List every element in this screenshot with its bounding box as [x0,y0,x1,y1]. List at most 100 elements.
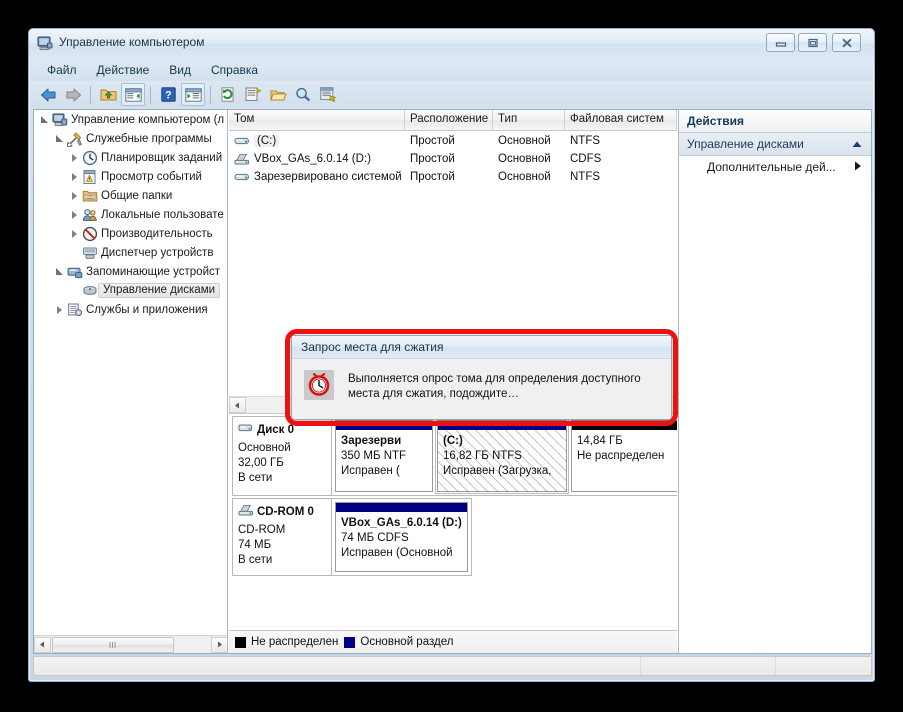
volume-layout-cell: Простой [410,170,455,183]
forward-arrow-icon[interactable] [61,83,85,106]
screenshot-backdrop: Управление компьютером Файл Действие Вид… [0,0,903,712]
dialog-title: Запрос места для сжатия [301,340,444,354]
maximize-button[interactable] [798,33,827,52]
menu-view[interactable]: Вид [160,60,200,80]
disk-state: В сети [238,554,273,566]
refresh-icon[interactable] [216,83,240,106]
volume-column-header-1[interactable]: Расположение [405,110,493,131]
partition-details: Зарезерви 350 МБ NTF Исправен ( [336,430,432,492]
volume-layout-cell: Простой [410,152,455,165]
partition-block[interactable]: (C:) 16,82 ГБ NTFS Исправен (Загрузка, [435,418,569,494]
volume-row[interactable]: VBox_GAs_6.0.14 (D:) Простой Основной CDFS [229,149,677,167]
legend-item: Не распределен [235,636,338,648]
tree-item-9[interactable]: Управление дисками [34,281,227,300]
computer-management-icon [37,35,53,51]
disk-graphical-view: Диск 0 Основной 32,00 ГБ В сети Зарезерви 350… [229,413,677,629]
chevron-down-icon[interactable] [52,262,66,281]
disk-title-row: CD-ROM 0 [238,502,327,523]
tree-item-label: Служебные программы [86,132,212,145]
shrink-query-dialog: Запрос места для сжатия Выполняется опро… [291,335,672,420]
tree-item-4[interactable]: Общие папки [34,186,227,205]
open-folder-icon[interactable] [266,83,290,106]
show-hide-tree-icon[interactable] [121,83,145,106]
volume-column-header-3[interactable]: Файловая систем [565,110,677,131]
tree-item-label: Управление компьютером (л [71,113,225,126]
disk-info-panel[interactable]: CD-ROM 0 CD-ROM 74 МБ В сети [232,498,332,576]
menu-file[interactable]: Файл [38,60,86,80]
legend-label: Основной раздел [360,636,454,648]
volume-column-header-0[interactable]: Том [229,110,405,131]
disk-management-icon [81,283,98,299]
actions-group-disk-management[interactable]: Управление дисками [679,133,871,156]
chevron-down-icon[interactable] [37,110,51,129]
scroll-left-arrow-icon[interactable] [229,397,246,413]
tree-item-7[interactable]: Диспетчер устройств [34,243,227,262]
partition-block[interactable]: 14,84 ГБ Не распределен [571,420,677,492]
dialog-message: Выполняется опрос тома для определения д… [348,373,641,400]
menu-help[interactable]: Справка [202,60,267,80]
tree-item-6[interactable]: Производительность [34,224,227,243]
disk-icon [238,420,254,441]
actions-item-list: Дополнительные дей... [679,156,871,178]
partition-details: VBox_GAs_6.0.14 (D:) 74 МБ CDFS Исправен (… [336,512,467,572]
chevron-up-icon[interactable] [852,137,862,151]
volume-name-cell: (C:) [229,131,405,149]
tree-item-10[interactable]: Службы и приложения [34,300,227,319]
chevron-right-icon[interactable] [67,205,81,224]
close-button[interactable] [832,33,861,52]
device-manager-icon [81,245,98,261]
chevron-right-icon[interactable] [67,224,81,243]
partition-color-bar [336,503,467,512]
disk-row: Диск 0 Основной 32,00 ГБ В сети Зарезерви 350… [232,416,677,496]
properties-icon[interactable] [241,83,265,106]
volume-type-cell: Основной [498,152,551,165]
volume-name: Зарезервировано системой [254,170,402,183]
minimize-button[interactable] [766,33,795,52]
tree-item-0[interactable]: Управление компьютером (л [34,110,227,129]
tree-item-3[interactable]: Просмотр событий [34,167,227,186]
chevron-right-icon[interactable] [67,186,81,205]
scroll-left-arrow-icon[interactable] [34,636,51,653]
volume-name-cell: Зарезервировано системой [229,167,405,185]
partition-block[interactable]: Зарезерви 350 МБ NTF Исправен ( [335,420,433,492]
tree-item-5[interactable]: Локальные пользовате [34,205,227,224]
performance-icon [81,226,98,242]
tree-item-2[interactable]: Планировщик заданий [34,148,227,167]
volume-list-rows: (C:) Простой Основной NTFS VBox_GAs_6.0.14 (… [229,131,677,185]
status-cell-secondary [641,657,776,675]
toolbar-separator [90,85,91,104]
partition-status: Не распределен [577,450,665,462]
volume-row[interactable]: (C:) Простой Основной NTFS [229,131,677,149]
disk-title: Диск 0 [257,424,295,436]
chevron-right-icon[interactable] [67,148,81,167]
legend-swatch [235,636,246,648]
show-hide-actions-icon[interactable] [181,83,205,106]
tree-item-8[interactable]: Запоминающие устройст [34,262,227,281]
volume-type-cell: Основной [498,134,551,147]
export-list-icon[interactable] [316,83,340,106]
action-item-more-actions[interactable]: Дополнительные дей... [679,156,871,178]
disk-info-panel[interactable]: Диск 0 Основной 32,00 ГБ В сети [232,416,332,496]
partition-strip: Зарезерви 350 МБ NTF Исправен ((C:) 16,82 Г… [332,416,677,496]
chevron-right-icon[interactable] [67,167,81,186]
chevron-right-icon[interactable] [854,160,862,174]
chevron-right-icon[interactable] [52,300,66,319]
scroll-right-arrow-icon[interactable] [211,636,227,653]
toolbar: ? [30,81,873,108]
partition-strip: VBox_GAs_6.0.14 (D:) 74 МБ CDFS Исправен (… [332,498,472,576]
volume-name: VBox_GAs_6.0.14 (D:) [254,152,371,165]
tree-horizontal-scrollbar[interactable] [34,635,227,653]
search-icon[interactable] [291,83,315,106]
tree-item-1[interactable]: Служебные программы [34,129,227,148]
volume-row[interactable]: Зарезервировано системой Простой Основной N… [229,167,677,185]
console-tree-pane: Управление компьютером (л Служебные прогр… [34,110,228,653]
partition-size: 14,84 ГБ [577,435,623,447]
menu-action[interactable]: Действие [88,60,159,80]
scrollbar-thumb[interactable] [52,636,174,653]
volume-column-header-2[interactable]: Тип [493,110,565,131]
help-icon[interactable]: ? [156,83,180,106]
back-arrow-icon[interactable] [36,83,60,106]
up-folder-icon[interactable] [96,83,120,106]
partition-block[interactable]: VBox_GAs_6.0.14 (D:) 74 МБ CDFS Исправен (… [335,502,468,572]
chevron-down-icon[interactable] [52,129,66,148]
